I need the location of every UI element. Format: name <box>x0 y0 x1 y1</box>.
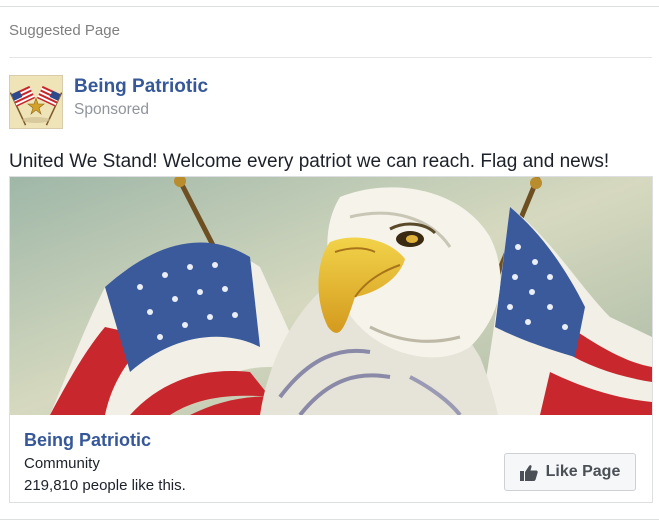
like-page-button[interactable]: Like Page <box>504 453 636 491</box>
page-avatar[interactable] <box>9 75 63 129</box>
post-text: United We Stand! Welcome every patriot w… <box>9 151 610 172</box>
ad-page-category: Community <box>24 455 100 472</box>
sponsored-label: Sponsored <box>74 101 149 118</box>
ad-like-count: 219,810 people like this. <box>24 477 186 494</box>
thumbs-up-icon <box>519 464 538 481</box>
header-divider <box>9 57 652 58</box>
ad-page-name-link[interactable]: Being Patriotic <box>24 430 151 451</box>
ad-attachment: Being Patriotic Community 219,810 people… <box>9 176 653 503</box>
ad-image[interactable] <box>10 177 652 415</box>
suggested-page-header: Suggested Page <box>9 22 120 39</box>
eagle-flags-illustration <box>10 177 652 415</box>
page-name-link[interactable]: Being Patriotic <box>74 76 208 98</box>
crossed-flags-eagle-icon <box>10 76 62 128</box>
like-page-label: Like Page <box>545 463 621 480</box>
suggested-page-card: Suggested Page Being Patriotic Sponsored… <box>0 6 659 520</box>
